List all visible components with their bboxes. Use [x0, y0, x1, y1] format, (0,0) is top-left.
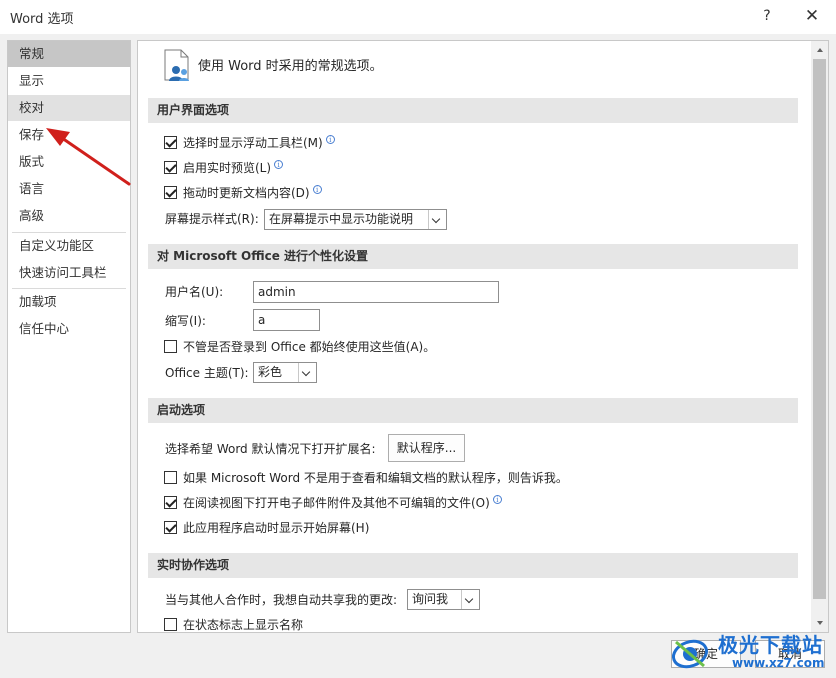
watermark: 极光下载站 www.xz7.com — [660, 624, 836, 678]
open-reading-label: 在阅读视图下打开电子邮件附件及其他不可编辑的文件(O) — [183, 496, 490, 510]
sidebar-item-general[interactable]: 常规 — [8, 41, 130, 67]
default-programs-button[interactable]: 默认程序... — [388, 434, 465, 462]
open-reading-checkbox[interactable] — [164, 496, 177, 509]
options-panel: 使用 Word 时采用的常规选项。 用户界面选项 选择时显示浮动工具栏(M) i … — [137, 40, 829, 633]
info-icon[interactable]: i — [312, 185, 322, 194]
live-preview-checkbox[interactable] — [164, 161, 177, 174]
sidebar-item-trust-center[interactable]: 信任中心 — [8, 316, 130, 342]
chevron-down-icon — [461, 590, 479, 609]
always-use-option[interactable]: 不管是否登录到 Office 都始终使用这些值(A)。 — [164, 337, 435, 357]
red-annotation-arrow — [46, 128, 131, 186]
help-button[interactable]: ? — [756, 4, 778, 28]
initials-label: 缩写(I): — [165, 314, 206, 328]
share-changes-select[interactable]: 询问我 — [407, 589, 480, 610]
general-options-icon — [164, 49, 189, 81]
initials-input[interactable]: a — [253, 309, 320, 331]
chevron-down-icon — [298, 363, 316, 382]
share-changes-label: 当与其他人合作时，我想自动共享我的更改: — [165, 593, 398, 607]
show-names-option[interactable]: 在状态标志上显示名称 — [164, 615, 304, 632]
window-title: Word 选项 — [10, 12, 74, 27]
section-ui-options: 用户界面选项 — [148, 98, 798, 123]
theme-select[interactable]: 彩色 — [253, 362, 317, 383]
sidebar-item-display[interactable]: 显示 — [8, 68, 130, 94]
vertical-scrollbar[interactable] — [811, 41, 828, 632]
mini-toolbar-label: 选择时显示浮动工具栏(M) — [183, 136, 323, 150]
scroll-up-icon[interactable] — [811, 41, 828, 58]
sidebar-item-advanced[interactable]: 高级 — [8, 203, 130, 229]
sidebar-item-quick-access[interactable]: 快速访问工具栏 — [8, 260, 130, 286]
show-start-option[interactable]: 此应用程序启动时显示开始屏幕(H) — [164, 518, 369, 538]
open-reading-option[interactable]: 在阅读视图下打开电子邮件附件及其他不可编辑的文件(O) i — [164, 493, 502, 513]
watermark-url: www.xz7.com — [732, 656, 825, 670]
theme-value: 彩色 — [258, 365, 283, 379]
show-names-checkbox[interactable] — [164, 618, 177, 631]
update-drag-label: 拖动时更新文档内容(D) — [183, 186, 310, 200]
sidebar-item-customize-ribbon[interactable]: 自定义功能区 — [8, 233, 130, 259]
watermark-name: 极光下载站 — [718, 633, 823, 657]
screentip-select[interactable]: 在屏幕提示中显示功能说明 — [264, 209, 447, 230]
tell-me-option[interactable]: 如果 Microsoft Word 不是用于查看和编辑文档的默认程序，则告诉我。 — [164, 468, 568, 488]
live-preview-label: 启用实时预览(L) — [183, 161, 272, 175]
tell-me-label: 如果 Microsoft Word 不是用于查看和编辑文档的默认程序，则告诉我。 — [183, 471, 568, 485]
info-icon[interactable]: i — [325, 135, 335, 144]
close-button[interactable]: ✕ — [800, 4, 824, 28]
update-drag-checkbox[interactable] — [164, 186, 177, 199]
sidebar-item-add-ins[interactable]: 加载项 — [8, 289, 130, 315]
screentip-value: 在屏幕提示中显示功能说明 — [269, 212, 414, 226]
scroll-thumb[interactable] — [813, 59, 826, 599]
live-preview-option[interactable]: 启用实时预览(L) i — [164, 158, 284, 178]
username-input[interactable]: admin — [253, 281, 499, 303]
show-start-checkbox[interactable] — [164, 521, 177, 534]
always-use-checkbox[interactable] — [164, 340, 177, 353]
section-coauthoring: 实时协作选项 — [148, 553, 798, 578]
theme-label: Office 主题(T): — [165, 366, 249, 380]
show-names-label: 在状态标志上显示名称 — [183, 618, 304, 632]
update-drag-option[interactable]: 拖动时更新文档内容(D) i — [164, 183, 322, 203]
section-personalize: 对 Microsoft Office 进行个性化设置 — [148, 244, 798, 269]
share-changes-value: 询问我 — [412, 592, 449, 606]
show-start-label: 此应用程序启动时显示开始屏幕(H) — [183, 521, 370, 535]
chevron-down-icon — [428, 210, 446, 229]
title-bar: Word 选项 ? ✕ — [0, 0, 836, 34]
info-icon[interactable]: i — [492, 495, 502, 504]
default-ext-label: 选择希望 Word 默认情况下打开扩展名: — [165, 442, 376, 456]
username-label: 用户名(U): — [165, 285, 224, 299]
mini-toolbar-option[interactable]: 选择时显示浮动工具栏(M) i — [164, 133, 335, 153]
tell-me-checkbox[interactable] — [164, 471, 177, 484]
always-use-label: 不管是否登录到 Office 都始终使用这些值(A)。 — [183, 340, 436, 354]
section-startup: 启动选项 — [148, 398, 798, 423]
panel-header: 使用 Word 时采用的常规选项。 — [198, 59, 383, 74]
screentip-label: 屏幕提示样式(R): — [165, 212, 259, 226]
info-icon[interactable]: i — [274, 160, 284, 169]
watermark-logo — [672, 639, 708, 669]
sidebar-item-proofing[interactable]: 校对 — [8, 95, 130, 121]
mini-toolbar-checkbox[interactable] — [164, 136, 177, 149]
